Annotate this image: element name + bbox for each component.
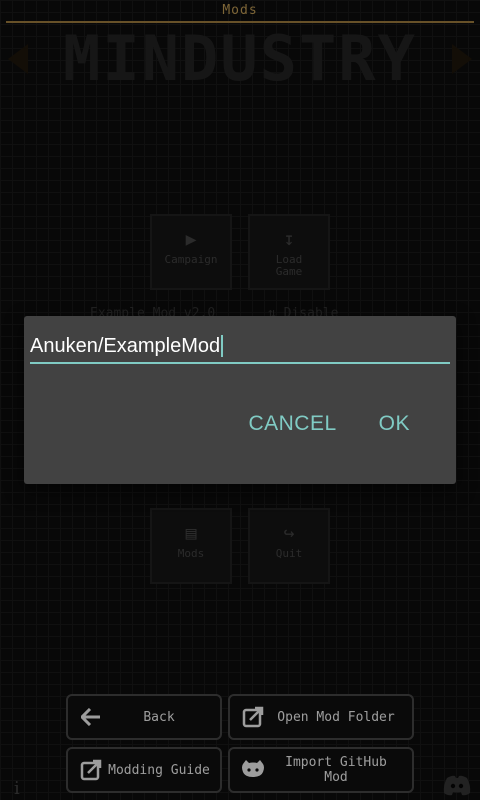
cancel-button[interactable]: CANCEL	[226, 404, 358, 444]
repo-input-value: Anuken/ExampleMod	[30, 335, 221, 357]
dialog-actions: CANCEL OK	[226, 404, 456, 444]
text-cursor	[221, 335, 224, 357]
repo-input-field[interactable]: Anuken/ExampleMod	[30, 330, 450, 364]
ok-button[interactable]: OK	[359, 404, 456, 444]
import-mod-dialog: Anuken/ExampleMod CANCEL OK	[24, 316, 456, 484]
